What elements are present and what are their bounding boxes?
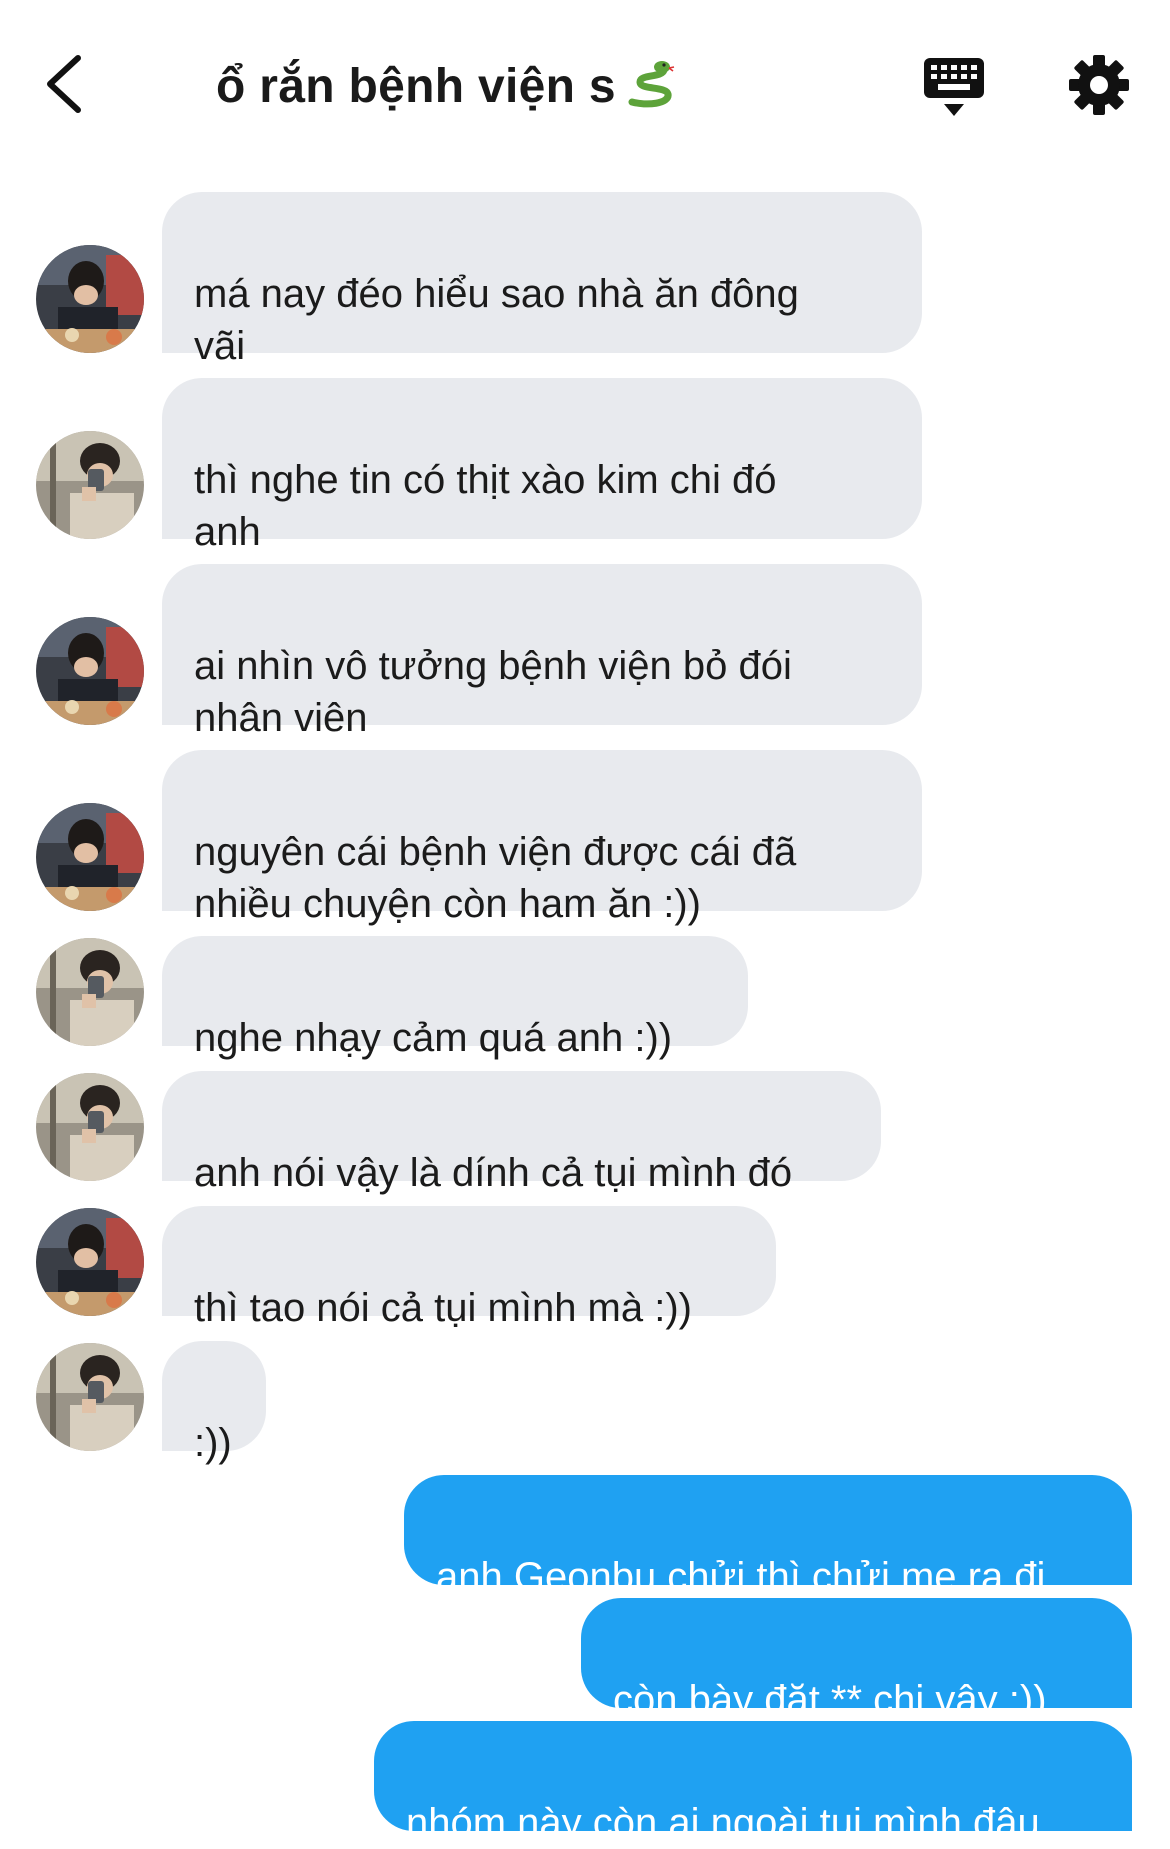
message-bubble-outgoing[interactable]: còn bày đặt ** chi vậy :)) <box>581 1598 1132 1722</box>
message-bubble-incoming[interactable]: :)) <box>162 1341 266 1465</box>
snake-emoji-icon <box>626 58 676 108</box>
message-bubble-outgoing[interactable]: nhóm này còn ai ngoài tụi mình đâu <box>374 1721 1132 1845</box>
chat-header: ổ rắn bệnh viện s <box>0 0 1170 170</box>
avatar[interactable] <box>36 1343 144 1451</box>
message-text: ai nhìn vô tưởng bệnh viện bỏ đói nhân v… <box>194 644 792 740</box>
avatar[interactable] <box>36 1208 144 1316</box>
message-bubble-incoming[interactable]: thì nghe tin có thịt xào kim chi đó anh <box>162 378 922 554</box>
message-text: :)) <box>194 1421 232 1465</box>
keyboard-icon[interactable] <box>922 56 986 118</box>
message-bubble-incoming[interactable]: nghe nhạy cảm quá anh :)) <box>162 936 748 1060</box>
chat-title-text: ổ rắn bệnh viện s <box>216 60 616 113</box>
message-bubble-incoming[interactable]: má nay đéo hiểu sao nhà ăn đông vãi <box>162 192 922 368</box>
message-text: nguyên cái bệnh viện được cái đã nhiều c… <box>194 830 797 926</box>
message-text: anh Geonbu chửi thì chửi mẹ ra đi <box>436 1555 1046 1599</box>
avatar[interactable] <box>36 617 144 725</box>
message-bubble-incoming[interactable]: anh nói vậy là dính cả tụi mình đó <box>162 1071 881 1195</box>
message-text: nhóm này còn ai ngoài tụi mình đâu <box>406 1801 1040 1845</box>
back-arrow-icon[interactable] <box>40 52 90 116</box>
message-bubble-incoming[interactable]: ai nhìn vô tưởng bệnh viện bỏ đói nhân v… <box>162 564 922 740</box>
avatar[interactable] <box>36 245 144 353</box>
message-text: anh nói vậy là dính cả tụi mình đó <box>194 1151 793 1195</box>
message-text: nghe nhạy cảm quá anh :)) <box>194 1016 673 1060</box>
message-bubble-incoming[interactable]: thì tao nói cả tụi mình mà :)) <box>162 1206 776 1330</box>
message-text: má nay đéo hiểu sao nhà ăn đông vãi <box>194 272 799 368</box>
avatar[interactable] <box>36 803 144 911</box>
message-text: còn bày đặt ** chi vậy :)) <box>613 1678 1047 1722</box>
avatar[interactable] <box>36 431 144 539</box>
avatar[interactable] <box>36 938 144 1046</box>
settings-gear-icon[interactable] <box>1068 54 1130 116</box>
message-bubble-incoming[interactable]: nguyên cái bệnh viện được cái đã nhiều c… <box>162 750 922 926</box>
avatar[interactable] <box>36 1073 144 1181</box>
message-text: thì nghe tin có thịt xào kim chi đó anh <box>194 458 777 554</box>
message-bubble-outgoing[interactable]: anh Geonbu chửi thì chửi mẹ ra đi <box>404 1475 1132 1599</box>
chat-title[interactable]: ổ rắn bệnh viện s <box>216 58 676 114</box>
message-text: thì tao nói cả tụi mình mà :)) <box>194 1286 692 1330</box>
